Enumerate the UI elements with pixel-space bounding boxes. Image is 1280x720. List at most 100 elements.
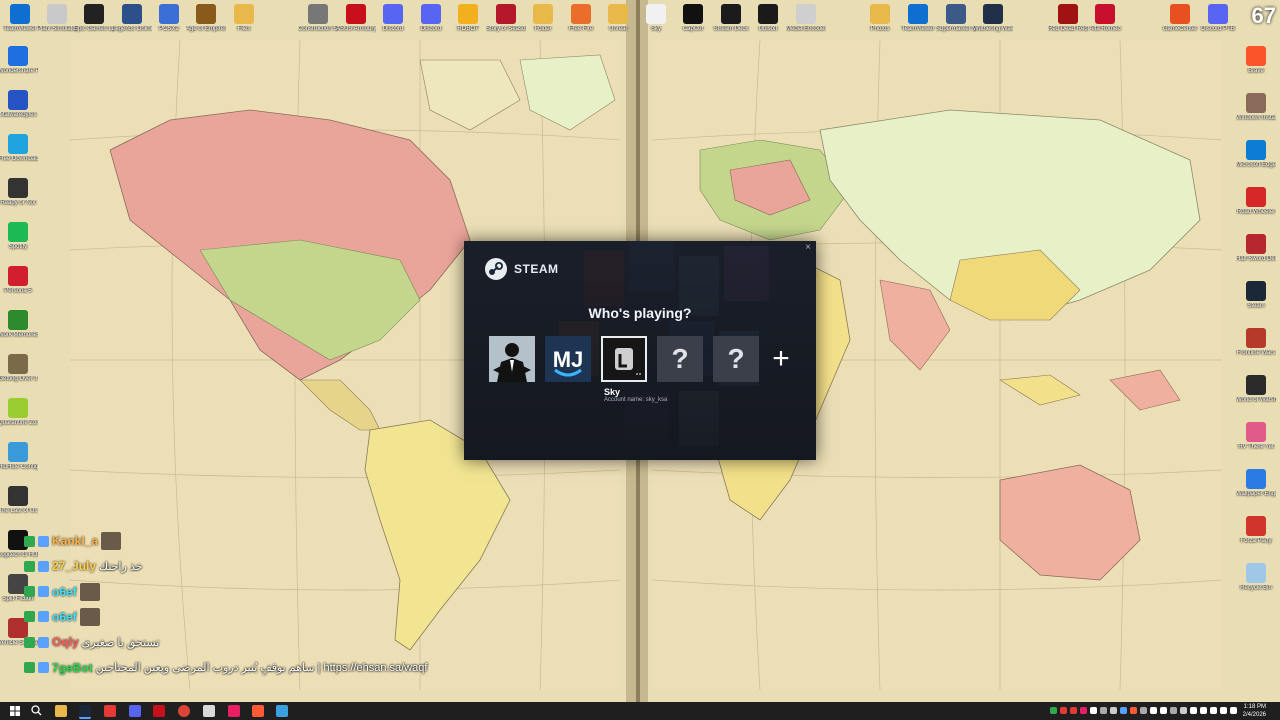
desktop-icon-right-6[interactable]: Frontline Wars	[1236, 328, 1276, 357]
app-icon	[458, 4, 478, 24]
desktop-icon-top-7[interactable]: Construction Simulator	[298, 4, 338, 33]
desktop-icon-right-9[interactable]: Wallpaper Engine	[1236, 469, 1276, 498]
obs-icon[interactable]	[104, 705, 116, 717]
desktop-icon-top-20[interactable]: Media Encoder	[786, 4, 826, 33]
desktop-icon-left-3[interactable]: Ready or Not	[0, 178, 38, 207]
discord-taskbar-icon[interactable]	[129, 705, 141, 717]
desktop-icon-top-25[interactable]: Red Dead Redemption 2	[1048, 4, 1088, 33]
tray-icon[interactable]	[1090, 707, 1097, 714]
maps-icon[interactable]	[228, 705, 240, 717]
search-icon[interactable]	[31, 705, 42, 716]
tray-icon[interactable]	[1170, 707, 1177, 714]
settings-icon[interactable]	[203, 705, 215, 717]
chat-username[interactable]: o6ef	[52, 585, 77, 599]
tray-icon[interactable]	[1190, 707, 1197, 714]
account-avatar-unknown-1[interactable]: ?	[657, 336, 703, 382]
desktop-icon-left-8[interactable]: Quarantine Zone	[0, 398, 38, 427]
desktop-icon-top-1[interactable]: Plant Simulator	[37, 4, 77, 33]
chat-username[interactable]: 27_July	[52, 559, 96, 573]
desktop-icon-top-24[interactable]: Wuthering Waves	[973, 4, 1013, 33]
file-explorer-icon[interactable]	[55, 705, 67, 717]
tray-icon[interactable]	[1230, 707, 1237, 714]
close-icon[interactable]: ×	[805, 242, 811, 253]
desktop-icon-top-13[interactable]: Folder	[523, 4, 563, 33]
desktop-icon-left-4[interactable]: Spotify	[0, 222, 38, 251]
tray-icon[interactable]	[1210, 707, 1217, 714]
chat-username[interactable]: 7geBot	[52, 661, 93, 675]
notepad-icon[interactable]	[276, 705, 288, 717]
desktop-icon-right-3[interactable]: Road Wheeler	[1236, 187, 1276, 216]
desktop-icon-top-9[interactable]: Discord	[373, 4, 413, 33]
desktop-icon-right-4[interactable]: Half Sword Demo	[1236, 234, 1276, 263]
desktop-icon-top-14[interactable]: Free Fire	[561, 4, 601, 33]
desktop-icon-top-6[interactable]: Files	[224, 4, 264, 33]
desktop-icon-top-2[interactable]: Epic Games Launcher	[74, 4, 114, 33]
chat-username[interactable]: KankI_a	[52, 534, 98, 548]
desktop-icon-left-9[interactable]: HidHide Configuration	[0, 442, 38, 471]
steam-taskbar-icon[interactable]	[79, 705, 91, 719]
account-avatar-mj[interactable]: MJ	[545, 336, 591, 382]
desktop-icon-right-5[interactable]: Steam	[1236, 281, 1276, 310]
desktop-icon-top-26[interactable]: Alfa Romeo	[1085, 4, 1125, 33]
desktop-icon-top-8[interactable]: ASUS Armoury	[336, 4, 376, 33]
desktop-icon-left-10[interactable]: The Last of Us	[0, 486, 38, 515]
desktop-icon-left-2[interactable]: Free Download	[0, 134, 38, 163]
account-avatar-unknown-2[interactable]: ?	[713, 336, 759, 382]
desktop-icon-left-7[interactable]: Getting Over It	[0, 354, 38, 383]
desktop-icon-top-10[interactable]: Discord	[411, 4, 451, 33]
desktop-icon-top-16[interactable]: Sky	[636, 4, 676, 33]
desktop-icon-left-5[interactable]: Persona 5	[0, 266, 38, 295]
chat-username[interactable]: Oqly	[52, 635, 79, 649]
tray-icon[interactable]	[1220, 707, 1227, 714]
tray-icon[interactable]	[1130, 707, 1137, 714]
desktop-icon-right-2[interactable]: Microsoft Edge	[1236, 140, 1276, 169]
tray-icon[interactable]	[1070, 707, 1077, 714]
desktop-icon-top-17[interactable]: CapCut	[673, 4, 713, 33]
tray-icon[interactable]	[1150, 707, 1157, 714]
desktop-icon-top-4[interactable]: PCSX2	[149, 4, 189, 33]
tray-icon[interactable]	[1060, 707, 1067, 714]
desktop-icon-top-12[interactable]: Story of Seasons	[486, 4, 526, 33]
desktop-icon-right-11[interactable]: Recycle Bin	[1236, 563, 1276, 592]
desktop-icon-top-5[interactable]: Age of Empires	[186, 4, 226, 33]
tray-icon[interactable]	[1080, 707, 1087, 714]
windows-start-icon[interactable]	[10, 706, 20, 716]
desktop-icon-top-0[interactable]: TeamViewer	[0, 4, 40, 33]
tray-icon[interactable]	[1160, 707, 1167, 714]
tray-icon[interactable]	[1120, 707, 1127, 714]
tray-icon[interactable]	[1110, 707, 1117, 714]
desktop-icon-top-15[interactable]: Unreal	[598, 4, 638, 33]
desktop-icon-left-1[interactable]: Malwarebytes	[0, 90, 38, 119]
desktop-icon-top-18[interactable]: Stream Deck	[711, 4, 751, 33]
tray-icon[interactable]	[1050, 707, 1057, 714]
desktop-icon-right-8[interactable]: RV There Yet	[1236, 422, 1276, 451]
desktop-icon-left-0[interactable]: Wondershare PDFelement	[0, 46, 38, 75]
tray-icon[interactable]	[1180, 707, 1187, 714]
channel-badge-icon	[24, 535, 35, 547]
desktop-icon-right-0[interactable]: Brave	[1236, 46, 1276, 75]
desktop-icon-top-28[interactable]: Discord PTB	[1198, 4, 1238, 33]
desktop-icon-right-7[interactable]: World of Warships	[1236, 375, 1276, 404]
desktop-icon-left-6[interactable]: Work Memories	[0, 310, 38, 339]
tray-icon[interactable]	[1100, 707, 1107, 714]
desktop-icon-top-11[interactable]: ROBOT	[448, 4, 488, 33]
chrome-icon[interactable]	[178, 705, 190, 717]
account-avatar-sky-selected[interactable]	[601, 336, 647, 382]
desktop-icon-top-19[interactable]: Ubisoft	[748, 4, 788, 33]
chat-username[interactable]: o6ef	[52, 610, 77, 624]
desktop-icon-top-21[interactable]: Photos	[860, 4, 900, 33]
desktop-icon-right-10[interactable]: Forza Party	[1236, 516, 1276, 545]
armoury-taskbar-icon[interactable]	[153, 705, 165, 717]
desktop-icon-top-22[interactable]: TeamViewer	[898, 4, 938, 33]
tray-icon[interactable]	[1140, 707, 1147, 714]
desktop-icon-right-1[interactable]: Windows Install	[1236, 93, 1276, 122]
desktop-icon-top-27[interactable]: GameCenter	[1160, 4, 1200, 33]
app-icon	[608, 4, 628, 24]
taskbar-clock[interactable]: 1:18 PM 2/4/2026	[1243, 703, 1266, 719]
desktop-icon-top-3[interactable]: Legends Online	[112, 4, 152, 33]
brave-taskbar-icon[interactable]	[252, 705, 264, 717]
account-avatar-suit[interactable]	[489, 336, 535, 382]
desktop-icon-top-23[interactable]: Supermarket Simulator	[936, 4, 976, 33]
add-account-button[interactable]: +	[769, 336, 793, 382]
tray-icon[interactable]	[1200, 707, 1207, 714]
